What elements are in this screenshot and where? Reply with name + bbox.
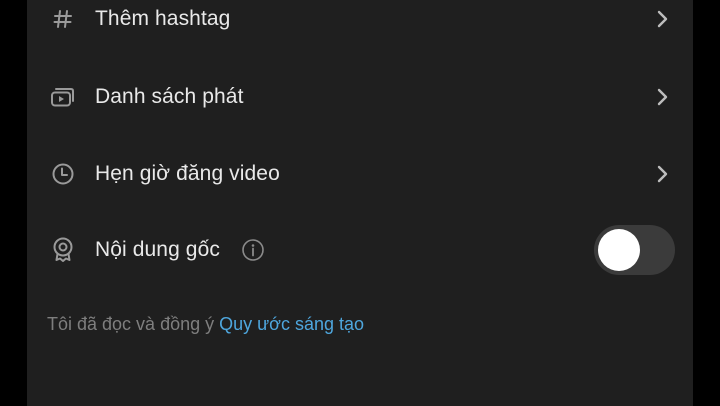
chevron-right-icon [653,87,673,107]
settings-row-playlist[interactable]: Danh sách phát [27,69,693,125]
settings-row-schedule[interactable]: Hẹn giờ đăng video [27,146,693,202]
settings-row-label: Nội dung gốc [95,238,220,261]
hashtag-icon [49,5,77,33]
chevron-right-icon [653,9,673,29]
terms-text: Tôi đã đọc và đồng ý [47,314,220,334]
original-content-toggle[interactable] [594,225,675,275]
settings-row-hashtag[interactable]: Thêm hashtag [27,0,693,47]
terms-footer: Tôi đã đọc và đồng ý Quy ước sáng tạo [47,314,364,335]
settings-row-label: Danh sách phát [95,85,244,108]
settings-panel: Thêm hashtag Danh sách phát Hẹn giờ đăng… [27,0,693,406]
clock-icon [49,160,77,188]
creative-guidelines-link[interactable]: Quy ước sáng tạo [219,314,364,334]
original-content-badge-icon [49,236,77,264]
info-icon[interactable] [241,238,265,262]
settings-row-label: Thêm hashtag [95,7,231,30]
settings-row-label: Hẹn giờ đăng video [95,162,280,185]
toggle-knob [598,229,640,271]
playlist-icon [49,83,77,111]
settings-row-original-content: Nội dung gốc [27,222,693,278]
chevron-right-icon [653,164,673,184]
